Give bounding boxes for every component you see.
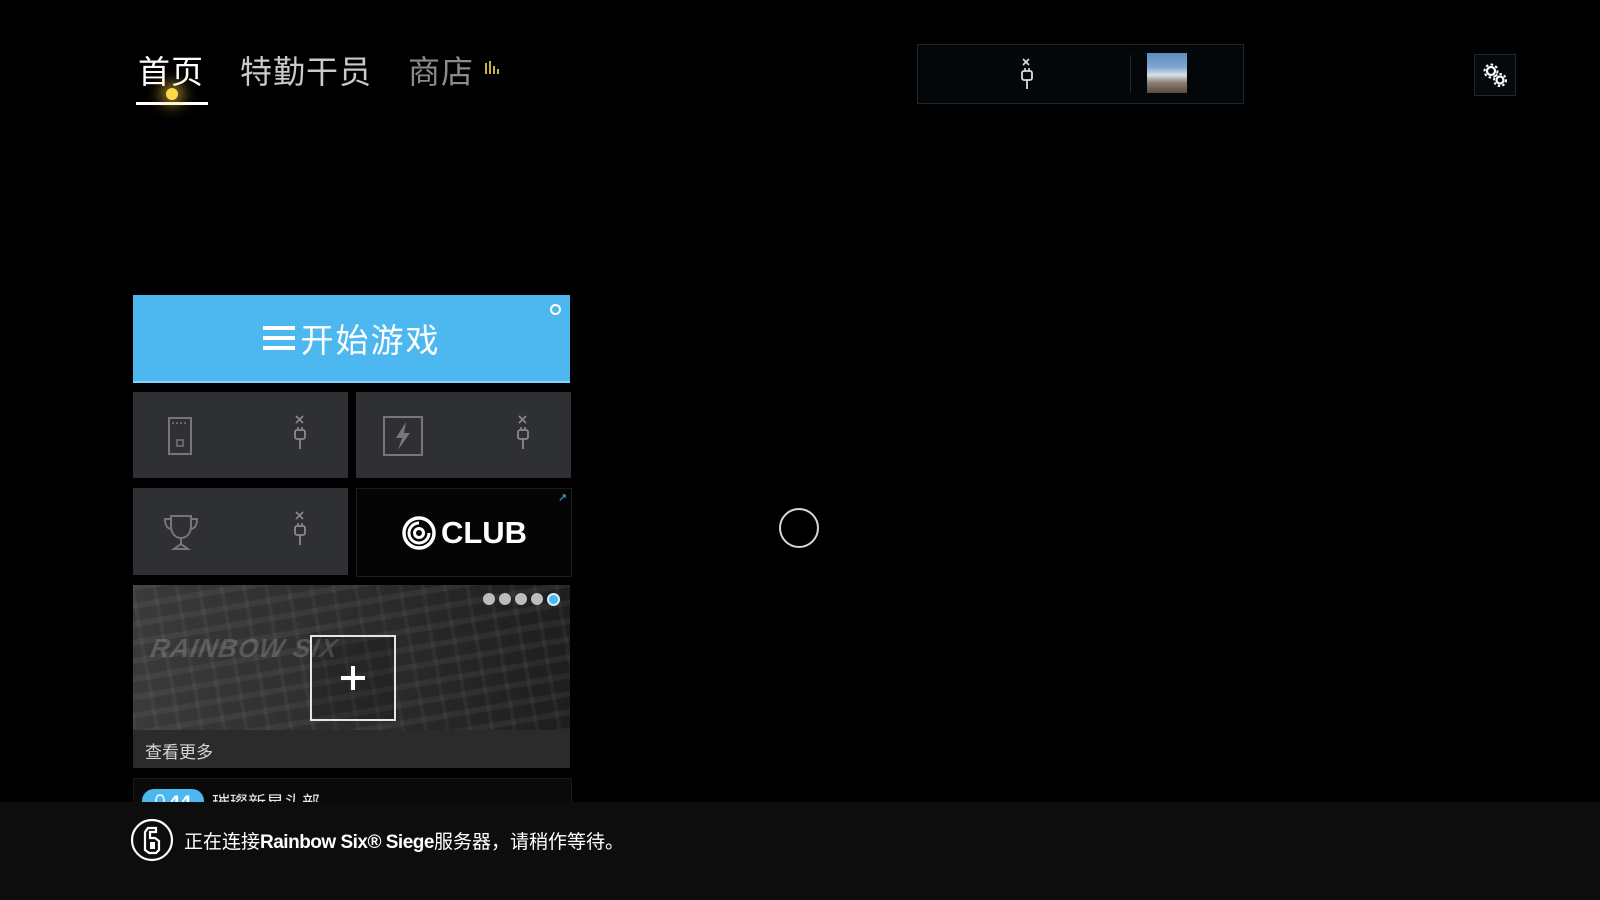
connection-status-text: 正在连接Rainbow Six® Siege服务器，请稍作等待。 [184,827,624,854]
carousel-dot[interactable] [499,593,511,605]
status-prefix: 正在连接 [184,831,261,853]
squad-divider [1130,55,1131,93]
active-tab-underline [136,102,208,105]
lightning-icon [383,416,423,456]
play-button-label: 开始游戏 [300,321,441,360]
tab-operators[interactable]: 特勤干员 [240,50,372,96]
plus-icon [341,666,365,690]
tile-boost[interactable] [356,392,571,478]
play-status-dot [550,304,561,315]
plug-disconnected-icon [294,415,306,449]
tile-challenges[interactable] [133,488,348,575]
club-label: CLUB [440,514,528,550]
settings-button[interactable] [1474,54,1516,96]
locker-icon [168,417,192,455]
player-avatar[interactable] [1147,53,1187,93]
loading-spinner [779,508,819,548]
external-link-icon: ↗ [557,491,567,504]
carousel-dot[interactable] [483,593,495,605]
squad-panel [917,44,1244,104]
tab-home-label: 首页 [138,53,205,91]
plug-disconnected-icon[interactable] [1020,57,1034,91]
carousel-pagination [483,593,560,607]
see-more-link[interactable]: 查看更多 [145,738,213,763]
r6-logo-icon [130,818,174,862]
ubisoft-swirl-icon [402,515,436,550]
trophy-icon [163,515,199,550]
gear-icon [1483,63,1507,87]
plug-disconnected-icon [517,415,529,449]
active-tab-glow [166,88,178,100]
status-game-name: Rainbow Six® Siege [260,832,434,853]
carousel-dot-active[interactable] [547,593,560,606]
app-root: 首页 特勤干员 商店 开始游戏 CLUB ↗ RAINBOW SIX 查看更多 … [0,0,1600,900]
signal-bars-icon [485,61,499,74]
tab-operators-label: 特勤干员 [240,53,373,91]
carousel-dot[interactable] [531,593,543,605]
news-carousel[interactable]: RAINBOW SIX 查看更多 [133,585,570,768]
tile-locker[interactable] [133,392,348,478]
plug-disconnected-icon [294,511,306,545]
club-tile[interactable]: CLUB ↗ [356,488,572,577]
see-more-bar[interactable]: 查看更多 [133,730,570,768]
tab-home[interactable]: 首页 [136,50,208,105]
menu-icon [262,326,295,350]
play-button[interactable]: 开始游戏 [133,295,570,383]
tab-store-label: 商店 [408,53,475,91]
status-suffix: 服务器，请稍作等待。 [433,831,624,853]
add-button[interactable] [310,635,396,721]
carousel-dot[interactable] [515,593,527,605]
tab-store[interactable]: 商店 [408,50,474,96]
